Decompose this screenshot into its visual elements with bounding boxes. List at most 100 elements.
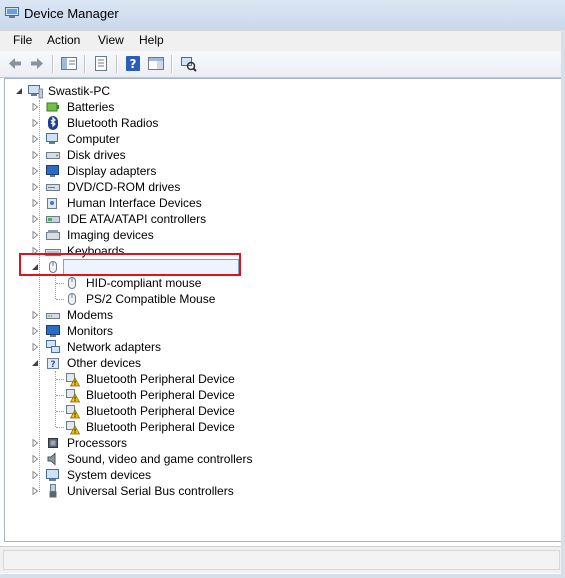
window-frame-right — [561, 30, 565, 578]
warning-device-icon — [66, 405, 80, 419]
svg-text:?: ? — [50, 360, 55, 370]
tree-line — [56, 379, 64, 380]
tree-device-row[interactable]: Bluetooth Peripheral Device — [0, 371, 565, 387]
tree-device-row[interactable]: Bluetooth Peripheral Device — [0, 387, 565, 403]
tree-root-row[interactable]: Swastik-PC — [0, 83, 565, 99]
tree-category-label: Imaging devices — [67, 228, 154, 242]
tree-category-row[interactable]: Disk drives — [0, 147, 565, 163]
red-highlight-box — [19, 253, 241, 276]
tree-category-label: IDE ATA/ATAPI controllers — [67, 212, 207, 226]
expand-arrow-icon[interactable] — [32, 343, 39, 351]
expand-arrow-icon[interactable] — [32, 215, 39, 223]
tree-device-label: HID-compliant mouse — [86, 276, 202, 290]
tree-category-label: Batteries — [67, 100, 115, 114]
battery-icon — [46, 102, 59, 112]
tree-device-row[interactable]: HID-compliant mouse — [0, 275, 565, 291]
tree-category-row[interactable]: DVD/CD-ROM drives — [0, 179, 565, 195]
tree-category-label: Modems — [67, 308, 114, 322]
tree-line — [56, 299, 64, 300]
tree-root-label: Swastik-PC — [48, 84, 111, 98]
expand-arrow-icon[interactable] — [32, 327, 39, 335]
computer-icon — [28, 85, 43, 99]
expand-arrow-icon[interactable] — [32, 487, 39, 495]
tree-category-label: Disk drives — [67, 148, 126, 162]
tree-category-row[interactable]: Sound, video and game controllers — [0, 451, 565, 467]
tree-device-row[interactable]: PS/2 Compatible Mouse — [0, 291, 565, 307]
tree-category-label: DVD/CD-ROM drives — [67, 180, 181, 194]
hid-icon — [47, 198, 57, 209]
network-adapter-icon — [46, 340, 60, 353]
tree-category-row[interactable]: Human Interface Devices — [0, 195, 565, 211]
warning-device-icon — [66, 373, 80, 387]
tree-category-row[interactable]: Batteries — [0, 99, 565, 115]
tree-category-label: Other devices — [67, 356, 142, 370]
computer-icon — [46, 133, 58, 144]
ide-controller-icon — [46, 216, 60, 223]
expand-arrow-icon[interactable] — [32, 311, 39, 319]
window-frame-bottom — [0, 574, 565, 578]
tree-category-label: Sound, video and game controllers — [67, 452, 253, 466]
tree-device-label: Bluetooth Peripheral Device — [86, 388, 235, 402]
tree-category-row[interactable]: Bluetooth Radios — [0, 115, 565, 131]
warning-device-icon — [66, 389, 80, 403]
imaging-device-icon — [46, 230, 60, 240]
tree-category-row[interactable]: Monitors — [0, 323, 565, 339]
tree-category-row[interactable]: Processors — [0, 435, 565, 451]
system-device-icon — [46, 469, 59, 481]
tree-line — [56, 427, 64, 428]
modem-icon — [46, 313, 60, 319]
expand-arrow-icon[interactable] — [32, 103, 39, 111]
expand-arrow-icon[interactable] — [32, 455, 39, 463]
tree-category-row[interactable]: Display adapters — [0, 163, 565, 179]
processor-icon — [48, 438, 58, 448]
tree-category-label: Computer — [67, 132, 120, 146]
collapse-arrow-icon[interactable] — [32, 359, 39, 367]
tree-device-row[interactable]: Bluetooth Peripheral Device — [0, 403, 565, 419]
bluetooth-icon — [48, 116, 58, 130]
tree-category-row[interactable]: Universal Serial Bus controllers — [0, 483, 565, 499]
tree-line — [56, 411, 64, 412]
tree-device-label: PS/2 Compatible Mouse — [86, 292, 216, 306]
usb-icon — [49, 484, 57, 498]
status-bar — [0, 546, 565, 573]
tree-category-row[interactable]: Imaging devices — [0, 227, 565, 243]
expand-arrow-icon[interactable] — [32, 167, 39, 175]
tree-device-label: Bluetooth Peripheral Device — [86, 372, 235, 386]
tree-category-label: Network adapters — [67, 340, 162, 354]
disk-drive-icon — [46, 152, 60, 159]
expand-arrow-icon[interactable] — [32, 135, 39, 143]
tree-category-row[interactable]: Modems — [0, 307, 565, 323]
mouse-icon — [68, 277, 76, 289]
device-tree: Swastik-PC Batteries Bluetooth Radios Comp… — [0, 0, 565, 546]
tree-category-label: System devices — [67, 468, 152, 482]
expand-arrow-icon[interactable] — [32, 119, 39, 127]
display-adapter-icon — [46, 165, 59, 177]
expand-arrow-icon[interactable] — [32, 183, 39, 191]
expand-arrow-icon[interactable] — [32, 151, 39, 159]
tree-category-label: Processors — [67, 436, 128, 450]
tree-category-label: Bluetooth Radios — [67, 116, 159, 130]
tree-category-row[interactable]: ? Other devices — [0, 355, 565, 371]
tree-line — [56, 395, 64, 396]
tree-category-label: Universal Serial Bus controllers — [67, 484, 234, 498]
tree-category-label: Display adapters — [67, 164, 157, 178]
status-bar-pane — [3, 550, 560, 570]
expand-arrow-icon[interactable] — [32, 231, 39, 239]
tree-device-label: Bluetooth Peripheral Device — [86, 420, 235, 434]
tree-category-row[interactable]: Network adapters — [0, 339, 565, 355]
dvd-drive-icon — [46, 184, 60, 191]
tree-category-row[interactable]: System devices — [0, 467, 565, 483]
tree-category-row[interactable]: IDE ATA/ATAPI controllers — [0, 211, 565, 227]
mouse-icon — [68, 293, 76, 305]
warning-device-icon — [66, 421, 80, 435]
unknown-device-icon: ? — [47, 358, 59, 370]
tree-device-row[interactable]: Bluetooth Peripheral Device — [0, 419, 565, 435]
expand-arrow-icon[interactable] — [32, 199, 39, 207]
expand-arrow-icon[interactable] — [32, 439, 39, 447]
expand-arrow-icon[interactable] — [32, 471, 39, 479]
tree-line — [56, 283, 64, 284]
monitor-icon — [46, 325, 60, 337]
collapse-arrow-icon[interactable] — [16, 87, 23, 95]
tree-category-row[interactable]: Computer — [0, 131, 565, 147]
tree-category-label: Monitors — [67, 324, 114, 338]
